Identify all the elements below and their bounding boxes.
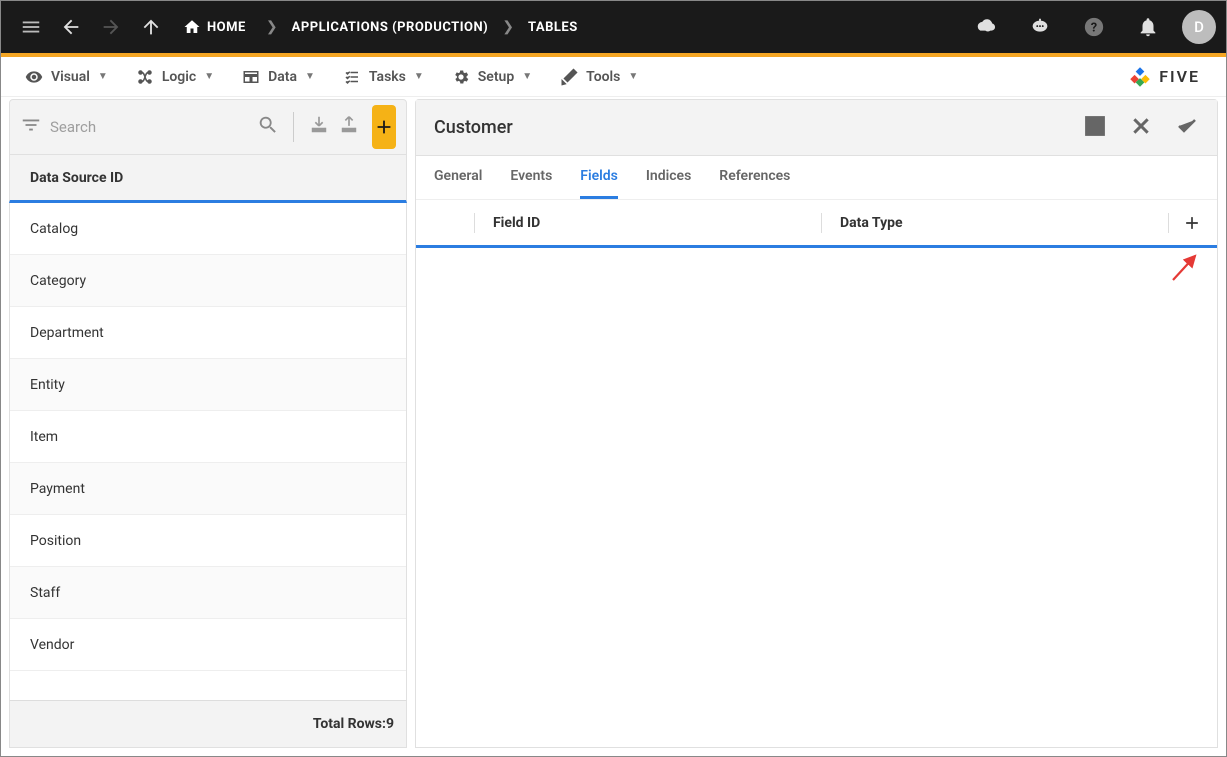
import-icon[interactable] bbox=[308, 114, 330, 140]
grid-body bbox=[416, 248, 1217, 747]
list-body: Catalog Category Department Entity Item … bbox=[9, 203, 407, 700]
list-item[interactable]: Department bbox=[10, 307, 406, 359]
tab-fields[interactable]: Fields bbox=[580, 156, 618, 199]
list-footer: Total Rows: 9 bbox=[9, 700, 407, 748]
grid-header: Field ID Data Type bbox=[416, 200, 1217, 248]
search-input[interactable] bbox=[50, 118, 249, 136]
back-button[interactable] bbox=[51, 7, 91, 47]
topbar: HOME ❯ APPLICATIONS (PRODUCTION) ❯ TABLE… bbox=[1, 1, 1226, 53]
export-icon[interactable] bbox=[338, 114, 360, 140]
chat-icon[interactable] bbox=[1020, 7, 1060, 47]
menu-tasks[interactable]: Tasks▼ bbox=[329, 57, 438, 96]
list-header-label: Data Source ID bbox=[30, 170, 123, 186]
close-icon[interactable] bbox=[1129, 114, 1153, 142]
confirm-icon[interactable] bbox=[1175, 114, 1199, 142]
main-header: Customer bbox=[416, 100, 1217, 156]
user-avatar[interactable]: D bbox=[1182, 10, 1216, 44]
search-icon[interactable] bbox=[257, 114, 279, 140]
tab-events[interactable]: Events bbox=[510, 156, 552, 199]
grid-view-icon[interactable] bbox=[1083, 114, 1107, 142]
list-item[interactable]: Vendor bbox=[10, 619, 406, 671]
tabs: General Events Fields Indices References bbox=[416, 156, 1217, 200]
notifications-icon[interactable] bbox=[1128, 7, 1168, 47]
list-item[interactable]: Position bbox=[10, 515, 406, 567]
page-title: Customer bbox=[434, 117, 513, 138]
column-field-id: Field ID bbox=[483, 215, 813, 231]
cloud-icon[interactable] bbox=[966, 7, 1006, 47]
list-item[interactable]: Item bbox=[10, 411, 406, 463]
list-item[interactable]: Entity bbox=[10, 359, 406, 411]
breadcrumb-applications[interactable]: APPLICATIONS (PRODUCTION) bbox=[292, 20, 489, 35]
menu-tools[interactable]: Tools▼ bbox=[546, 57, 652, 96]
list-item[interactable]: Catalog bbox=[10, 203, 406, 255]
list-item[interactable]: Category bbox=[10, 255, 406, 307]
menu-setup[interactable]: Setup▼ bbox=[438, 57, 546, 96]
add-button[interactable] bbox=[372, 105, 396, 149]
search-row bbox=[9, 99, 407, 155]
breadcrumb: HOME ❯ APPLICATIONS (PRODUCTION) ❯ TABLE… bbox=[177, 18, 578, 36]
tab-general[interactable]: General bbox=[434, 156, 482, 199]
column-data-type: Data Type bbox=[830, 215, 1160, 231]
chevron-right-icon: ❯ bbox=[266, 19, 278, 35]
menubar: Visual▼ Logic▼ Data▼ Tasks▼ Setup▼ Tools… bbox=[1, 57, 1226, 97]
avatar-initial: D bbox=[1194, 18, 1204, 36]
chevron-right-icon: ❯ bbox=[502, 19, 514, 35]
annotation-arrow-icon bbox=[1167, 250, 1203, 290]
forward-button bbox=[91, 7, 131, 47]
total-rows-label: Total Rows: bbox=[313, 716, 386, 732]
breadcrumb-home-label: HOME bbox=[207, 20, 246, 35]
hamburger-menu-button[interactable] bbox=[11, 7, 51, 47]
brand-logo: FIVE bbox=[1127, 64, 1216, 90]
list-item[interactable]: Payment bbox=[10, 463, 406, 515]
menu-data[interactable]: Data▼ bbox=[228, 57, 329, 96]
tab-references[interactable]: References bbox=[719, 156, 790, 199]
up-button[interactable] bbox=[131, 7, 171, 47]
help-icon[interactable]: ? bbox=[1074, 7, 1114, 47]
menu-logic[interactable]: Logic▼ bbox=[122, 57, 228, 96]
list-header: Data Source ID bbox=[9, 155, 407, 203]
workspace: Data Source ID Catalog Category Departme… bbox=[1, 97, 1226, 756]
filter-icon[interactable] bbox=[20, 114, 42, 140]
total-rows-value: 9 bbox=[386, 716, 394, 732]
svg-text:?: ? bbox=[1091, 21, 1097, 36]
breadcrumb-tables[interactable]: TABLES bbox=[528, 20, 578, 35]
main-panel: Customer General Events Fields Indices R… bbox=[415, 99, 1218, 748]
sidebar: Data Source ID Catalog Category Departme… bbox=[9, 99, 407, 748]
list-item[interactable]: Staff bbox=[10, 567, 406, 619]
add-field-button[interactable] bbox=[1177, 213, 1207, 233]
breadcrumb-home[interactable]: HOME bbox=[177, 18, 252, 36]
menu-visual[interactable]: Visual▼ bbox=[11, 57, 122, 96]
tab-indices[interactable]: Indices bbox=[646, 156, 691, 199]
